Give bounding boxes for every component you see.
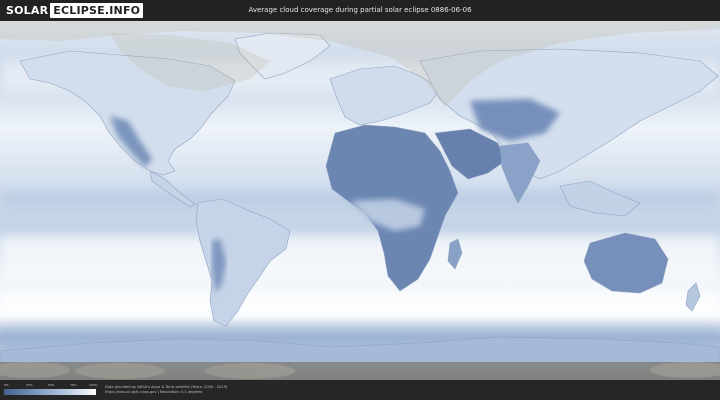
page-title: Average cloud coverage during partial so… bbox=[248, 6, 472, 14]
cloud-coverage-map bbox=[0, 21, 720, 380]
legend-tick-50: 50% bbox=[48, 383, 55, 387]
logo-solar-text: SOLAR bbox=[6, 4, 49, 17]
legend-tick-75: 75% bbox=[70, 383, 77, 387]
logo-eclipse-info-text: ECLIPSE.INFO bbox=[50, 3, 144, 18]
legend-tick-0: 0% bbox=[4, 383, 9, 387]
legend-color-bar bbox=[4, 389, 96, 395]
site-logo[interactable]: SOLAR ECLIPSE.INFO bbox=[6, 3, 144, 18]
legend-tick-25: 25% bbox=[26, 383, 33, 387]
legend-tick-100: 100% bbox=[89, 383, 98, 387]
data-source-link[interactable]: https://neo.sci.gsfc.nasa.gov | Resoluti… bbox=[105, 390, 202, 395]
header-bar: SOLAR ECLIPSE.INFO Average cloud coverag… bbox=[0, 0, 720, 21]
